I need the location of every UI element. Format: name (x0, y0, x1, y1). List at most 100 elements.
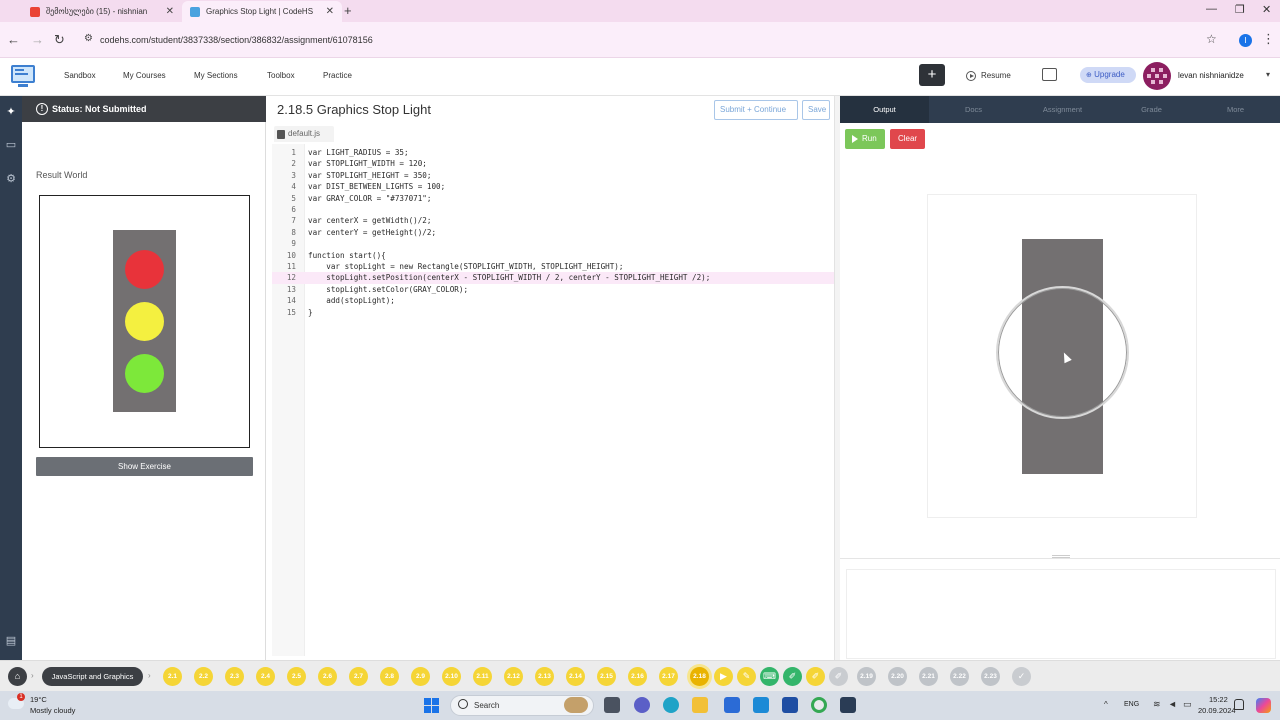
new-tab-icon[interactable]: + (344, 3, 352, 18)
chevron-up-icon[interactable]: ^ (1104, 700, 1108, 709)
clear-button[interactable]: Clear (890, 129, 925, 149)
copilot-icon[interactable] (1256, 698, 1271, 713)
pencil-icon[interactable]: ✐ (829, 667, 848, 686)
weather-temp[interactable]: 19°C (30, 695, 47, 704)
lesson-2-21[interactable]: 2.21 (919, 667, 938, 686)
task-view-icon[interactable] (604, 697, 620, 713)
lesson-2-23[interactable]: 2.23 (981, 667, 1000, 686)
lesson-2-19[interactable]: 2.19 (857, 667, 876, 686)
reload-icon[interactable]: ↻ (54, 32, 65, 48)
lesson-2-13[interactable]: 2.13 (535, 667, 554, 686)
close-icon[interactable]: ✕ (326, 6, 334, 17)
edge-icon[interactable] (663, 697, 679, 713)
site-info-icon[interactable]: ⚙ (84, 33, 93, 44)
tab-grade[interactable]: Grade (1107, 96, 1196, 123)
book-icon[interactable]: ▭ (4, 138, 18, 152)
console-area[interactable] (840, 555, 1280, 660)
volume-icon[interactable]: ◄ (1168, 699, 1177, 709)
lesson-2-5[interactable]: 2.5 (287, 667, 306, 686)
code-line[interactable]: 9 (272, 238, 834, 249)
lesson-2-9[interactable]: 2.9 (411, 667, 430, 686)
username[interactable]: levan nishnianidze (1178, 71, 1244, 80)
upgrade-button[interactable]: ⊕ Upgrade (1080, 67, 1136, 83)
browser-tab-codehs[interactable]: Graphics Stop Light | CodeHS ✕ (182, 1, 342, 22)
lesson-2-1[interactable]: 2.1 (163, 667, 182, 686)
pencil-icon[interactable]: ✐ (806, 667, 825, 686)
forward-arrow-icon[interactable]: → (31, 32, 44, 47)
nav-my-sections[interactable]: My Sections (194, 71, 238, 80)
nav-my-courses[interactable]: My Courses (123, 71, 166, 80)
lesson-2-11[interactable]: 2.11 (473, 667, 492, 686)
output-canvas[interactable] (927, 194, 1197, 518)
home-icon[interactable]: ⌂ (8, 667, 27, 686)
code-line[interactable]: 13 stopLight.setColor(GRAY_COLOR); (272, 284, 834, 295)
lesson-2-17[interactable]: 2.17 (659, 667, 678, 686)
video-icon[interactable]: ▶ (714, 667, 733, 686)
map-icon[interactable]: ✦ (4, 105, 18, 119)
lesson-2-18[interactable]: 2.18 (690, 667, 709, 686)
weather-desc[interactable]: Mostly cloudy (30, 706, 75, 715)
lesson-2-20[interactable]: 2.20 (888, 667, 907, 686)
profile-icon[interactable]: I (1239, 34, 1252, 47)
show-exercise-button[interactable]: Show Exercise (36, 457, 253, 476)
unit-pill[interactable]: JavaScript and Graphics (42, 667, 143, 686)
lesson-2-3[interactable]: 2.3 (225, 667, 244, 686)
notification-bell-icon[interactable] (1234, 699, 1244, 710)
avatar[interactable] (1143, 62, 1171, 90)
code-line[interactable]: 15} (272, 307, 834, 318)
window-close-icon[interactable]: ✕ (1262, 3, 1271, 16)
tab-docs[interactable]: Docs (929, 96, 1018, 123)
nav-practice[interactable]: Practice (323, 71, 352, 80)
input-language[interactable]: ENG (1124, 701, 1139, 708)
code-line[interactable]: 14 add(stopLight); (272, 295, 834, 306)
browser-tab-gmail[interactable]: შემოსულები (15) - nishnian ✕ (22, 1, 182, 22)
code-line[interactable]: 7 var centerX = getWidth()/2; (272, 215, 834, 226)
file-tab-default-js[interactable]: default.js (274, 126, 334, 142)
app-icon[interactable] (782, 697, 798, 713)
windows-start-icon[interactable] (424, 698, 439, 713)
lesson-2-2[interactable]: 2.2 (194, 667, 213, 686)
lesson-2-8[interactable]: 2.8 (380, 667, 399, 686)
code-exercise-icon[interactable]: ⌨ (760, 667, 779, 686)
mail-icon[interactable] (753, 697, 769, 713)
quiz-icon[interactable]: ✎ (737, 667, 756, 686)
browser-menu-icon[interactable]: ⋮ (1262, 31, 1275, 47)
submit-continue-button[interactable]: Submit + Continue (714, 100, 798, 120)
resume-button[interactable]: Resume (966, 71, 1011, 81)
tab-more[interactable]: More (1191, 96, 1280, 123)
lesson-2-16[interactable]: 2.16 (628, 667, 647, 686)
wifi-icon[interactable]: ≋ (1153, 699, 1161, 710)
teams-icon[interactable] (634, 697, 650, 713)
code-line[interactable]: 8 var centerY = getHeight()/2; (272, 227, 834, 238)
code-line[interactable]: 10 function start(){ (272, 250, 834, 261)
battery-icon[interactable]: ▭ (1183, 699, 1192, 710)
clock-date[interactable]: 20.09.2024 (1198, 706, 1236, 715)
run-button[interactable]: Run (845, 129, 885, 149)
store-icon[interactable] (724, 697, 740, 713)
file-explorer-icon[interactable] (692, 697, 708, 713)
code-line[interactable]: 3 var STOPLIGHT_HEIGHT = 350; (272, 170, 834, 181)
lesson-2-10[interactable]: 2.10 (442, 667, 461, 686)
chevron-down-icon[interactable]: ▾ (1266, 70, 1270, 79)
quiz-badge-icon[interactable]: ✓ (1012, 667, 1031, 686)
code-line[interactable]: 12 stopLight.setPosition(centerX - STOPL… (272, 272, 834, 284)
lesson-2-14[interactable]: 2.14 (566, 667, 585, 686)
code-line[interactable]: 6 (272, 204, 834, 215)
pencil-icon[interactable]: ✐ (783, 667, 802, 686)
save-button[interactable]: Save (802, 100, 830, 120)
close-icon[interactable]: ✕ (166, 6, 174, 17)
lesson-2-22[interactable]: 2.22 (950, 667, 969, 686)
panel-toggle-icon[interactable]: ▤ (4, 634, 18, 648)
back-arrow-icon[interactable]: ← (7, 32, 20, 47)
lesson-2-12[interactable]: 2.12 (504, 667, 523, 686)
screen-recorder-icon[interactable] (840, 697, 856, 713)
create-plus-button[interactable]: + (919, 64, 945, 86)
maximize-icon[interactable]: ❐ (1235, 3, 1245, 16)
code-line[interactable]: 11 var stopLight = new Rectangle(STOPLIG… (272, 261, 834, 272)
clock-time[interactable]: 15:22 (1209, 695, 1228, 704)
lesson-2-6[interactable]: 2.6 (318, 667, 337, 686)
gear-icon[interactable]: ⚙ (4, 172, 18, 186)
tab-assignment[interactable]: Assignment (1018, 96, 1107, 123)
calendar-icon[interactable] (1042, 68, 1057, 81)
taskbar-search-label[interactable]: Search (474, 701, 499, 710)
